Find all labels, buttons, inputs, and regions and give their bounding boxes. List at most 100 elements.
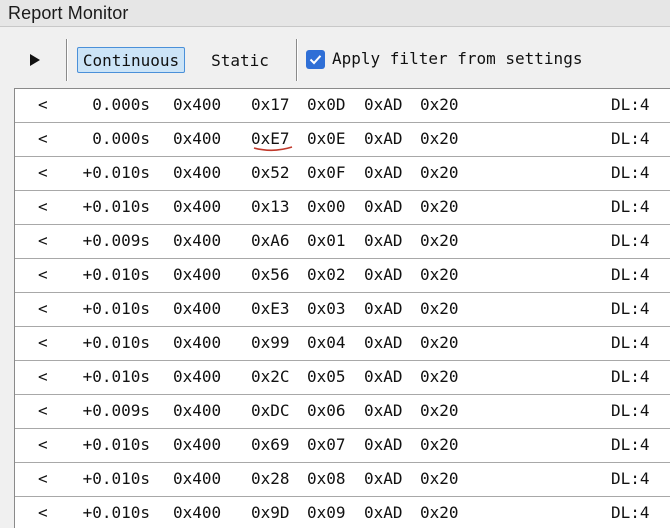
time-cell: +0.010s	[82, 503, 150, 522]
byte-cell: 0x17	[251, 95, 290, 114]
message-id-cell: 0x400	[173, 231, 222, 250]
byte-cell: 0x20	[420, 95, 459, 114]
data-length-cell: DL:4	[611, 231, 650, 250]
window-titlebar: Report Monitor	[0, 0, 670, 27]
message-id-cell: 0x400	[173, 367, 222, 386]
table-row[interactable]: < +0.010s 0x400 0x9D 0x09 0xAD 0x20 DL:4	[15, 497, 670, 528]
table-row[interactable]: < +0.010s 0x400 0x56 0x02 0xAD 0x20 DL:4	[15, 259, 670, 293]
byte-cell: 0x00	[307, 197, 346, 216]
time-cell: 0.000s	[92, 95, 150, 114]
byte-cell: 0x0D	[307, 95, 346, 114]
direction-cell: <	[38, 231, 48, 250]
data-length-cell: DL:4	[611, 435, 650, 454]
byte-cell: 0xAD	[364, 367, 403, 386]
byte-cell: 0xAD	[364, 401, 403, 420]
data-length-cell: DL:4	[611, 401, 650, 420]
direction-cell: <	[38, 469, 48, 488]
apply-filter-label[interactable]: Apply filter from settings	[332, 49, 582, 68]
byte-cell: 0x20	[420, 163, 459, 182]
data-length-cell: DL:4	[611, 129, 650, 148]
byte-cell: 0x02	[307, 265, 346, 284]
table-row[interactable]: < +0.010s 0x400 0x28 0x08 0xAD 0x20 DL:4	[15, 463, 670, 497]
data-length-cell: DL:4	[611, 299, 650, 318]
toolbar: Continuous Static Apply filter from sett…	[0, 27, 670, 87]
byte-cell: 0x13	[251, 197, 290, 216]
time-cell: +0.010s	[82, 435, 150, 454]
apply-filter-checkbox[interactable]	[306, 50, 325, 69]
table-row[interactable]: < +0.010s 0x400 0x69 0x07 0xAD 0x20 DL:4	[15, 429, 670, 463]
table-row[interactable]: < +0.009s 0x400 0xA6 0x01 0xAD 0x20 DL:4	[15, 225, 670, 259]
byte-cell: 0xAD	[364, 435, 403, 454]
time-cell: +0.010s	[82, 163, 150, 182]
direction-cell: <	[38, 299, 48, 318]
byte-cell: 0x28	[251, 469, 290, 488]
time-cell: +0.010s	[82, 299, 150, 318]
time-cell: 0.000s	[92, 129, 150, 148]
direction-cell: <	[38, 333, 48, 352]
message-id-cell: 0x400	[173, 469, 222, 488]
continuous-button[interactable]: Continuous	[77, 47, 185, 73]
message-id-cell: 0x400	[173, 265, 222, 284]
byte-cell: 0xAD	[364, 231, 403, 250]
byte-cell: 0x20	[420, 265, 459, 284]
message-id-cell: 0x400	[173, 197, 222, 216]
time-cell: +0.010s	[82, 469, 150, 488]
byte-cell: 0xAD	[364, 95, 403, 114]
message-id-cell: 0x400	[173, 163, 222, 182]
table-row[interactable]: < +0.010s 0x400 0xE3 0x03 0xAD 0x20 DL:4	[15, 293, 670, 327]
table-row[interactable]: < +0.010s 0x400 0x52 0x0F 0xAD 0x20 DL:4	[15, 157, 670, 191]
byte-cell: 0x20	[420, 435, 459, 454]
byte-cell: 0x09	[307, 503, 346, 522]
byte-cell: 0x20	[420, 367, 459, 386]
byte-cell: 0xAD	[364, 265, 403, 284]
byte-cell: 0xE3	[251, 299, 290, 318]
byte-cell: 0x20	[420, 469, 459, 488]
byte-cell: 0x04	[307, 333, 346, 352]
time-cell: +0.010s	[82, 197, 150, 216]
table-row[interactable]: < +0.010s 0x400 0x2C 0x05 0xAD 0x20 DL:4	[15, 361, 670, 395]
table-row[interactable]: < +0.010s 0x400 0x99 0x04 0xAD 0x20 DL:4	[15, 327, 670, 361]
byte-cell: 0x20	[420, 503, 459, 522]
byte-cell: 0xAD	[364, 299, 403, 318]
byte-cell: 0x56	[251, 265, 290, 284]
direction-cell: <	[38, 401, 48, 420]
byte-cell: 0x2C	[251, 367, 290, 386]
message-id-cell: 0x400	[173, 435, 222, 454]
time-cell: +0.010s	[82, 367, 150, 386]
byte-cell: 0x07	[307, 435, 346, 454]
byte-cell: 0x08	[307, 469, 346, 488]
checkmark-icon	[309, 55, 322, 65]
byte-cell: 0x99	[251, 333, 290, 352]
data-length-cell: DL:4	[611, 469, 650, 488]
message-id-cell: 0x400	[173, 129, 222, 148]
table-row[interactable]: < +0.009s 0x400 0xDC 0x06 0xAD 0x20 DL:4	[15, 395, 670, 429]
byte-cell: 0x20	[420, 231, 459, 250]
table-row[interactable]: <0.000s 0x400 0x17 0x0D 0xAD 0x20 DL:4	[15, 89, 670, 123]
byte-cell: 0x69	[251, 435, 290, 454]
direction-cell: <	[38, 367, 48, 386]
byte-cell: 0x0E	[307, 129, 346, 148]
direction-cell: <	[38, 197, 48, 216]
time-cell: +0.009s	[82, 401, 150, 420]
message-list[interactable]: <0.000s 0x400 0x17 0x0D 0xAD 0x20 DL:4 <0.000s 0…	[14, 88, 670, 528]
byte-cell: 0x01	[307, 231, 346, 250]
byte-cell: 0xAD	[364, 503, 403, 522]
data-length-cell: DL:4	[611, 367, 650, 386]
static-button[interactable]: Static	[200, 47, 280, 73]
time-cell: +0.009s	[82, 231, 150, 250]
table-row[interactable]: <0.000s 0x400 0xE7 0x0E 0xAD 0x20 DL:4	[15, 123, 670, 157]
toolbar-separator	[296, 39, 297, 81]
byte-cell: 0x20	[420, 401, 459, 420]
byte-cell: 0x05	[307, 367, 346, 386]
play-button[interactable]	[20, 47, 50, 73]
message-id-cell: 0x400	[173, 503, 222, 522]
toolbar-separator	[66, 39, 67, 81]
red-underline-annotation	[253, 146, 293, 152]
message-id-cell: 0x400	[173, 95, 222, 114]
direction-cell: <	[38, 95, 48, 114]
byte-cell: 0x52	[251, 163, 290, 182]
play-icon	[30, 54, 40, 66]
table-row[interactable]: < +0.010s 0x400 0x13 0x00 0xAD 0x20 DL:4	[15, 191, 670, 225]
data-length-cell: DL:4	[611, 265, 650, 284]
data-length-cell: DL:4	[611, 163, 650, 182]
